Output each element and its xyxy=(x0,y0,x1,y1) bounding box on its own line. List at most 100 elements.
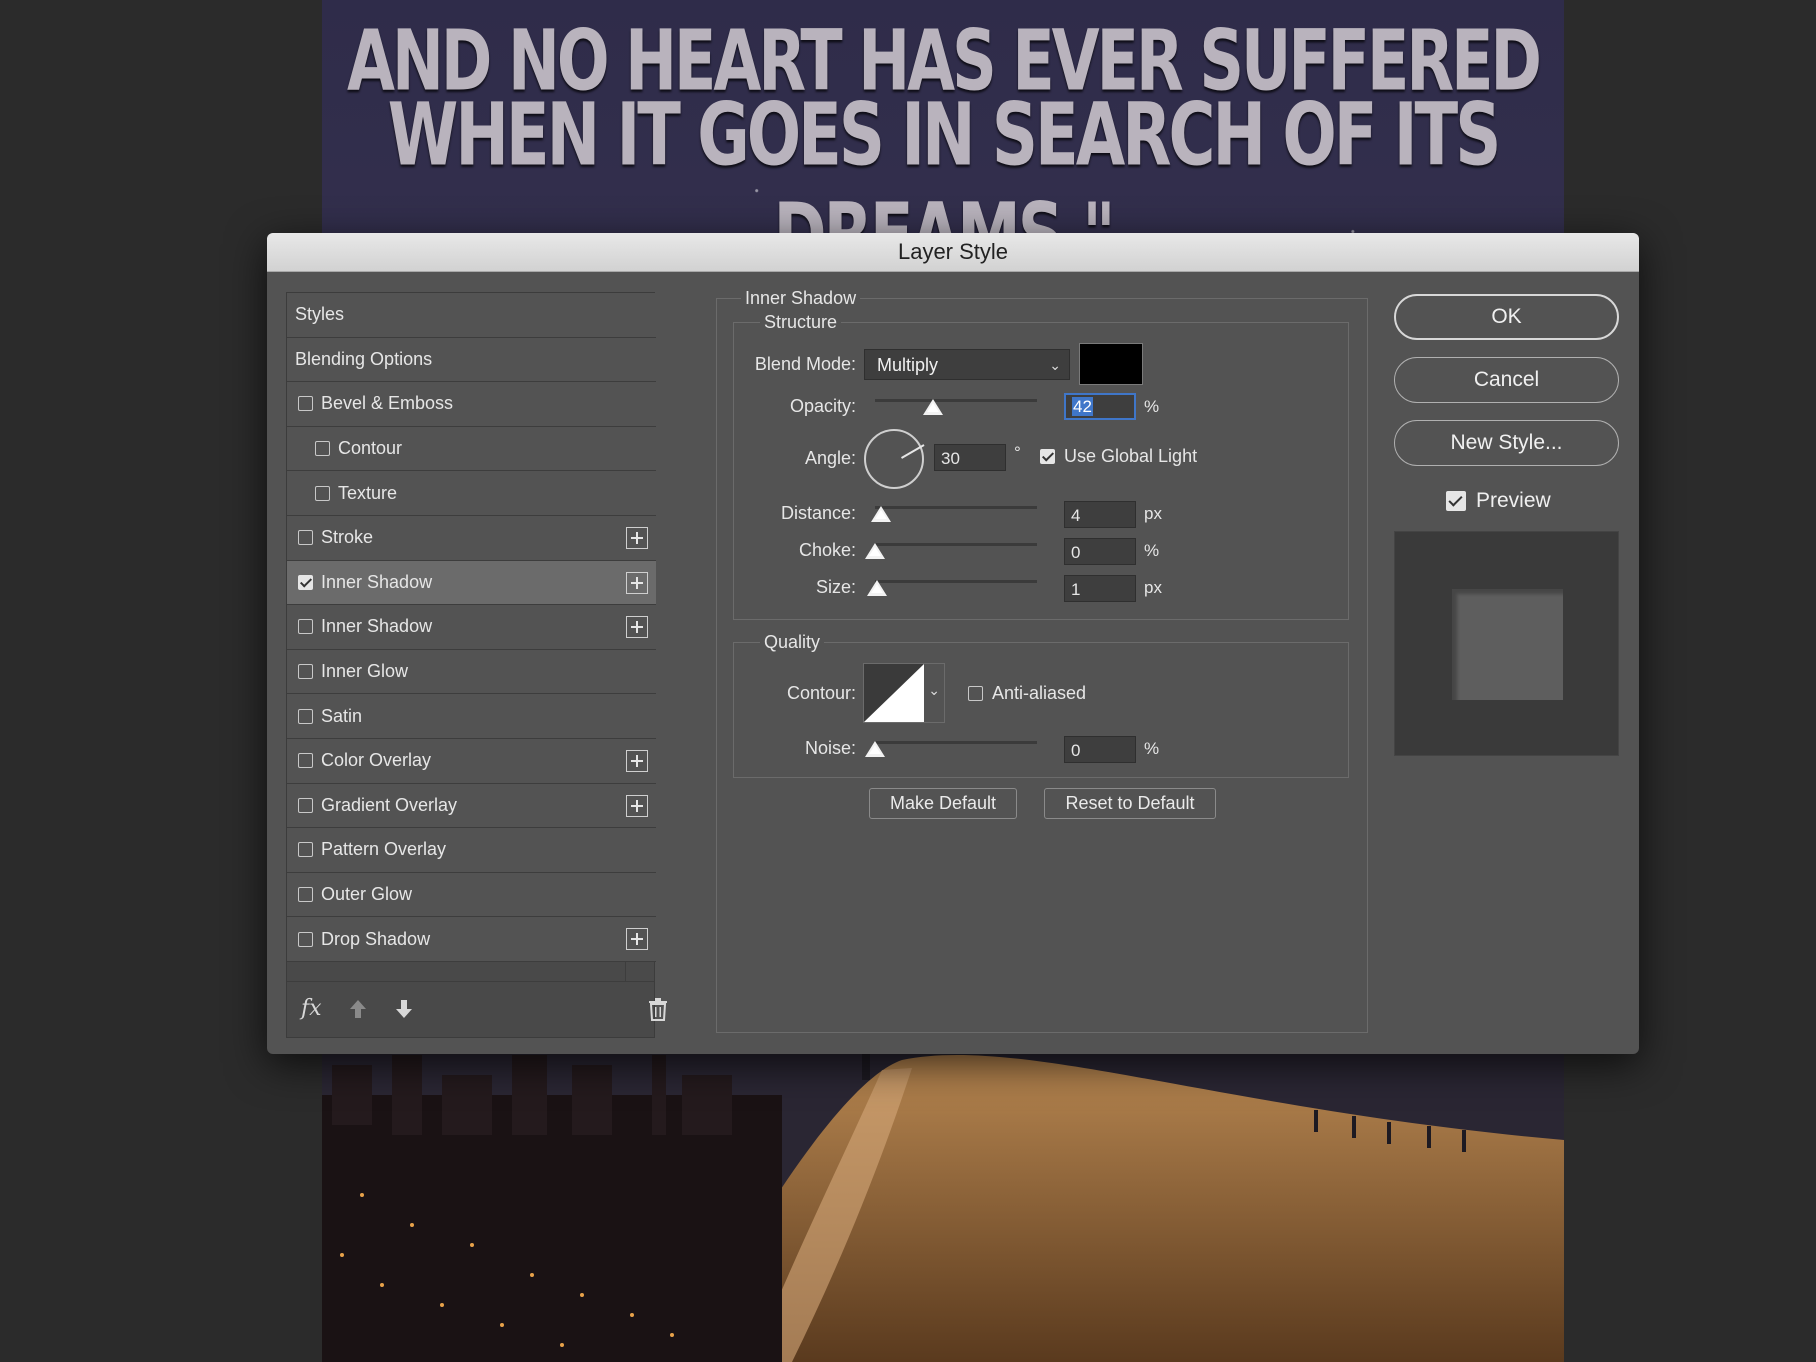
style-item-label: Contour xyxy=(338,438,403,459)
shadow-color-swatch[interactable] xyxy=(1079,343,1143,385)
use-global-light-check-icon xyxy=(1040,449,1055,464)
style-item-gradient-overlay[interactable]: Gradient Overlay xyxy=(287,783,656,829)
styles-panel-footer: fx xyxy=(287,981,667,1037)
make-default-button[interactable]: Make Default xyxy=(869,788,1017,819)
arrow-up-icon[interactable] xyxy=(347,998,369,1020)
size-input[interactable]: 1 xyxy=(1064,575,1136,602)
structure-fieldset: Structure Blend Mode: Multiply ⌄ Opacity… xyxy=(733,312,1349,620)
contour-picker[interactable]: ⌄ xyxy=(863,663,945,723)
anti-aliased-check-icon xyxy=(968,686,983,701)
distance-slider-thumb[interactable] xyxy=(871,506,891,522)
size-unit: px xyxy=(1144,578,1162,597)
blending-options-label: Blending Options xyxy=(295,348,433,369)
choke-value: 0 xyxy=(1071,543,1081,562)
styles-panel: Styles Blending Options Bevel & Emboss Co… xyxy=(286,292,667,1038)
noise-value: 0 xyxy=(1071,741,1081,760)
style-checkbox[interactable] xyxy=(298,664,313,680)
style-item-label: Drop Shadow xyxy=(321,928,431,949)
style-item-outer-glow[interactable]: Outer Glow xyxy=(287,872,656,918)
ok-button[interactable]: OK xyxy=(1394,294,1619,340)
style-checkbox[interactable] xyxy=(298,708,313,724)
use-global-light-checkbox[interactable]: Use Global Light xyxy=(1040,446,1197,467)
new-style-button[interactable]: New Style... xyxy=(1394,420,1619,466)
blend-mode-label: Blend Mode: xyxy=(754,354,856,374)
style-checkbox[interactable] xyxy=(298,574,313,590)
style-item-label: Inner Glow xyxy=(321,661,409,682)
contour-label: Contour: xyxy=(786,683,856,703)
trash-icon[interactable] xyxy=(647,997,669,1021)
opacity-input[interactable]: 42 xyxy=(1064,393,1136,420)
add-style-plus-icon[interactable] xyxy=(626,526,648,549)
noise-label: Noise: xyxy=(804,738,856,758)
style-checkbox[interactable] xyxy=(298,396,313,412)
style-checkbox[interactable] xyxy=(298,931,313,947)
choke-slider[interactable] xyxy=(865,539,1037,559)
style-checkbox[interactable] xyxy=(315,485,330,501)
style-item-inner-glow[interactable]: Inner Glow xyxy=(287,649,656,695)
style-item-satin[interactable]: Satin xyxy=(287,694,656,739)
style-item-color-overlay[interactable]: Color Overlay xyxy=(287,738,656,784)
angle-value: 30 xyxy=(941,449,960,468)
structure-title: Structure xyxy=(760,312,842,333)
style-item-bevel-emboss[interactable]: Bevel & Emboss xyxy=(287,382,656,427)
anti-aliased-checkbox[interactable]: Anti-aliased xyxy=(968,683,1086,704)
style-item-texture[interactable]: Texture xyxy=(287,471,656,516)
choke-slider-thumb[interactable] xyxy=(865,543,885,559)
distance-slider[interactable] xyxy=(871,502,1037,522)
distance-input[interactable]: 4 xyxy=(1064,501,1136,528)
size-value: 1 xyxy=(1071,580,1081,599)
styles-list: Styles Blending Options Bevel & Emboss Co… xyxy=(287,293,656,962)
add-style-plus-icon[interactable] xyxy=(626,794,648,817)
size-slider-track xyxy=(875,580,1037,583)
opacity-slider-track xyxy=(875,399,1037,402)
arrow-down-icon[interactable] xyxy=(393,998,415,1020)
style-item-drop-shadow[interactable]: Drop Shadow xyxy=(287,917,656,962)
blending-options[interactable]: Blending Options xyxy=(287,337,656,383)
add-style-plus-icon[interactable] xyxy=(626,616,648,639)
style-checkbox[interactable] xyxy=(315,441,330,457)
style-checkbox[interactable] xyxy=(298,797,313,813)
inner-shadow-group: Inner Shadow Structure Blend Mode: Multi… xyxy=(716,288,1368,1033)
style-item-inner-shadow[interactable]: Inner Shadow xyxy=(287,560,656,606)
style-item-label: Inner Shadow xyxy=(321,571,433,592)
style-checkbox[interactable] xyxy=(298,887,313,903)
style-checkbox[interactable] xyxy=(298,753,313,769)
cancel-button[interactable]: Cancel xyxy=(1394,357,1619,403)
noise-slider[interactable] xyxy=(865,737,1037,757)
size-label: Size: xyxy=(815,577,856,597)
angle-dial[interactable] xyxy=(864,429,924,489)
add-style-plus-icon[interactable] xyxy=(626,571,648,594)
choke-slider-track xyxy=(875,543,1037,546)
add-style-plus-icon[interactable] xyxy=(626,928,648,951)
size-slider-thumb[interactable] xyxy=(867,580,887,596)
size-slider[interactable] xyxy=(867,576,1037,596)
style-item-pattern-overlay[interactable]: Pattern Overlay xyxy=(287,828,656,873)
reset-to-default-button[interactable]: Reset to Default xyxy=(1044,788,1216,819)
preview-checkbox[interactable]: Preview xyxy=(1446,489,1551,513)
opacity-slider[interactable] xyxy=(875,395,1037,415)
style-item-inner-shadow[interactable]: Inner Shadow xyxy=(287,605,656,650)
choke-unit: % xyxy=(1144,541,1160,560)
anti-aliased-label: Anti-aliased xyxy=(992,683,1087,703)
blend-mode-value: Multiply xyxy=(877,355,939,375)
noise-slider-thumb[interactable] xyxy=(865,741,885,757)
style-item-label: Inner Shadow xyxy=(321,616,433,637)
choke-input[interactable]: 0 xyxy=(1064,538,1136,565)
blend-mode-select[interactable]: Multiply ⌄ xyxy=(864,349,1070,380)
angle-input[interactable]: 30 xyxy=(934,444,1006,471)
style-item-stroke[interactable]: Stroke xyxy=(287,515,656,561)
noise-slider-track xyxy=(875,741,1037,744)
fx-icon[interactable]: fx xyxy=(301,996,322,1021)
style-item-contour[interactable]: Contour xyxy=(287,426,656,472)
angle-unit: ° xyxy=(1014,443,1021,462)
add-style-plus-icon[interactable] xyxy=(626,749,648,772)
style-item-label: Satin xyxy=(321,705,363,726)
opacity-slider-thumb[interactable] xyxy=(922,399,943,415)
styles-header[interactable]: Styles xyxy=(287,293,656,338)
style-checkbox[interactable] xyxy=(298,619,313,635)
style-checkbox[interactable] xyxy=(298,842,313,858)
noise-input[interactable]: 0 xyxy=(1064,736,1136,763)
style-checkbox[interactable] xyxy=(298,530,313,546)
inner-shadow-title: Inner Shadow xyxy=(741,288,861,309)
city-skyline-illustration xyxy=(322,1055,782,1362)
